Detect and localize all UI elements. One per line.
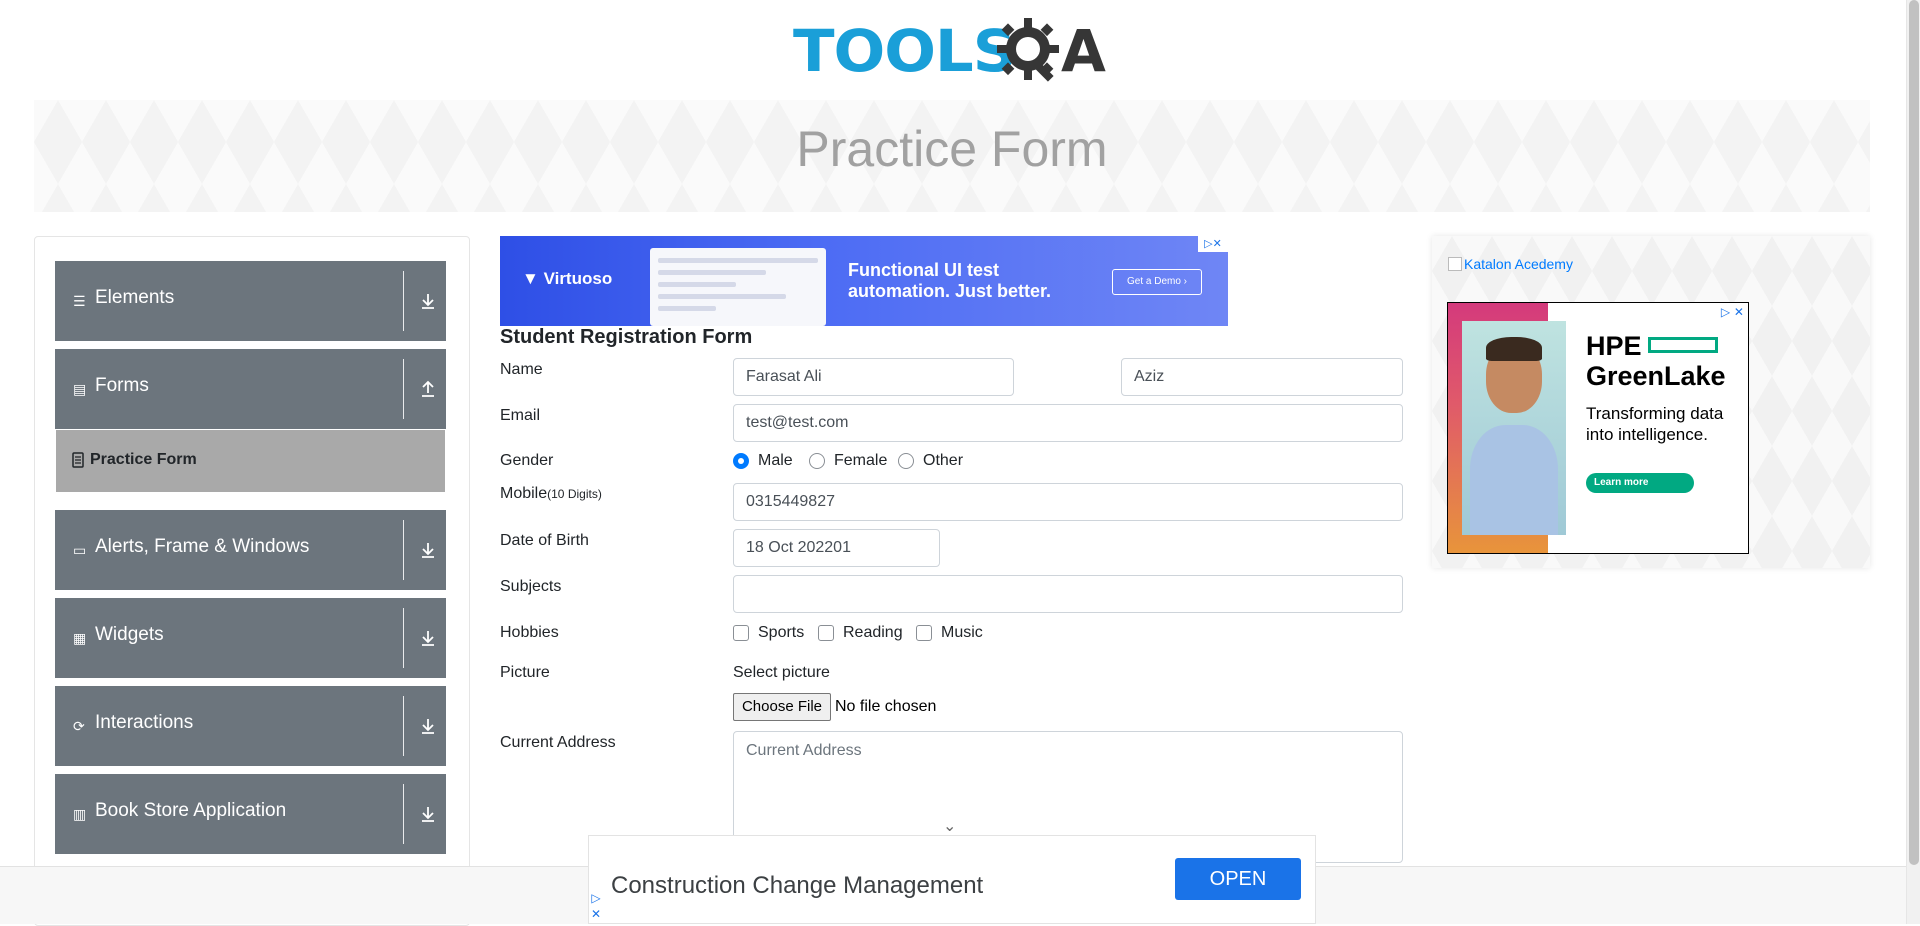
hpe-ad[interactable]: HPE GreenLake Transforming data into int… (1447, 302, 1749, 554)
picture-label: Picture (500, 664, 550, 681)
broken-image-icon (1448, 257, 1462, 271)
hobbies-label: Hobbies (500, 624, 559, 641)
sidebar-group-label: Book Store Application (95, 800, 287, 821)
sidebar-group-label: Elements (95, 287, 175, 308)
hpe-logo-icon (1648, 337, 1718, 353)
gender-label: Gender (500, 452, 554, 469)
ad-close-icon[interactable]: ▷✕ (1198, 236, 1228, 252)
sidebar-item-label: Practice Form (90, 451, 197, 468)
virtuoso-logo-icon: ▼ (522, 269, 544, 288)
logo-text: TOOLS (793, 17, 1017, 85)
email-input[interactable]: test@test.com (733, 404, 1403, 442)
download-arrow-icon (422, 807, 434, 822)
select-picture-label: Select picture (733, 664, 830, 681)
name-label: Name (500, 361, 543, 378)
gear-magnifier-icon (997, 18, 1059, 82)
dob-input[interactable]: 18 Oct 202201 (733, 529, 940, 567)
form-title: Student Registration Form (500, 326, 753, 348)
sidebar-group-label: Forms (95, 375, 149, 396)
sidebar-group-label: Interactions (95, 712, 194, 733)
form-icon (72, 452, 84, 468)
bottom-ad-text: Construction Change Management (611, 872, 984, 899)
ad-screenshot (650, 248, 826, 326)
ad-headline: Functional UI test automation. Just bett… (848, 260, 1052, 301)
sidebar-group-widgets[interactable]: ▦ Widgets (55, 598, 446, 678)
gender-male-radio[interactable]: Male (733, 452, 793, 470)
page-title: Practice Form (796, 121, 1108, 177)
list-icon: ☰ (73, 294, 86, 310)
document-icon: ▤ (73, 382, 87, 398)
learn-more-button[interactable]: Learn more (1586, 473, 1694, 493)
page-scrollbar[interactable] (1906, 0, 1920, 924)
hobby-reading-checkbox[interactable]: Reading (818, 624, 903, 642)
chevron-down-icon[interactable]: ⌄ (943, 816, 959, 835)
get-demo-button[interactable]: Get a Demo › (1112, 269, 1202, 295)
sidebar-item-practice-form[interactable]: Practice Form (56, 430, 445, 492)
no-file-text: No file chosen (835, 698, 937, 715)
dob-label: Date of Birth (500, 532, 589, 549)
subjects-label: Subjects (500, 578, 562, 595)
first-name-input[interactable]: Farasat Ali (733, 358, 1014, 396)
download-arrow-icon (422, 719, 434, 734)
sidebar-group-elements[interactable]: ☰ Elements (55, 261, 446, 341)
ad-close-icon[interactable]: ▷ ✕ (1721, 305, 1744, 319)
sidebar-group-alerts[interactable]: ▭ Alerts, Frame & Windows (55, 510, 446, 590)
upload-arrow-icon (422, 380, 434, 397)
download-arrow-icon (422, 543, 434, 558)
window-icon: ▭ (73, 543, 87, 559)
subjects-input[interactable] (733, 575, 1403, 613)
toolsqa-logo[interactable]: TOOLS A (793, 14, 1115, 90)
gender-other-radio[interactable]: Other (898, 452, 963, 470)
mobile-input[interactable]: 0315449827 (733, 483, 1403, 521)
download-arrow-icon (422, 631, 434, 646)
scrollbar-thumb[interactable] (1909, 0, 1919, 865)
hpe-subtitle: Transforming data into intelligence. (1586, 404, 1724, 444)
hobby-music-checkbox[interactable]: Music (916, 624, 983, 642)
interaction-icon: ⟳ (73, 719, 85, 735)
sidebar-group-bookstore[interactable]: ▥ Book Store Application (55, 774, 446, 854)
bottom-ad[interactable]: ⌄ Construction Change Management OPEN (588, 816, 1316, 924)
address-label: Current Address (500, 734, 616, 751)
logo-suffix: A (1061, 17, 1106, 85)
sidebar-group-label: Alerts, Frame & Windows (95, 536, 310, 557)
mobile-hint: (10 Digits) (547, 487, 602, 501)
hobby-sports-checkbox[interactable]: Sports (733, 624, 804, 642)
sidebar-group-interactions[interactable]: ⟳ Interactions (55, 686, 446, 766)
email-label: Email (500, 407, 541, 424)
ad-choices-icon[interactable]: ▷ ✕ (588, 890, 604, 924)
sidebar-group-label: Widgets (95, 624, 164, 645)
gender-female-radio[interactable]: Female (809, 452, 887, 470)
last-name-input[interactable]: Aziz (1121, 358, 1403, 396)
books-icon: ▥ (73, 807, 87, 823)
katalon-ad-link[interactable]: Katalon Acedemy (1448, 256, 1573, 272)
download-arrow-icon (422, 294, 434, 309)
ad-brand: ▼ Virtuoso (522, 269, 613, 288)
page-banner: Practice Form (34, 100, 1870, 212)
mobile-label: Mobile(10 Digits) (500, 485, 602, 502)
open-button[interactable]: OPEN (1175, 858, 1301, 900)
sidebar-group-forms[interactable]: ▤ Forms (55, 349, 446, 429)
virtuoso-ad[interactable]: ▼ Virtuoso Functional UI test automation… (500, 236, 1228, 326)
grid-icon: ▦ (73, 631, 87, 647)
choose-file-button[interactable]: Choose File (733, 693, 831, 721)
